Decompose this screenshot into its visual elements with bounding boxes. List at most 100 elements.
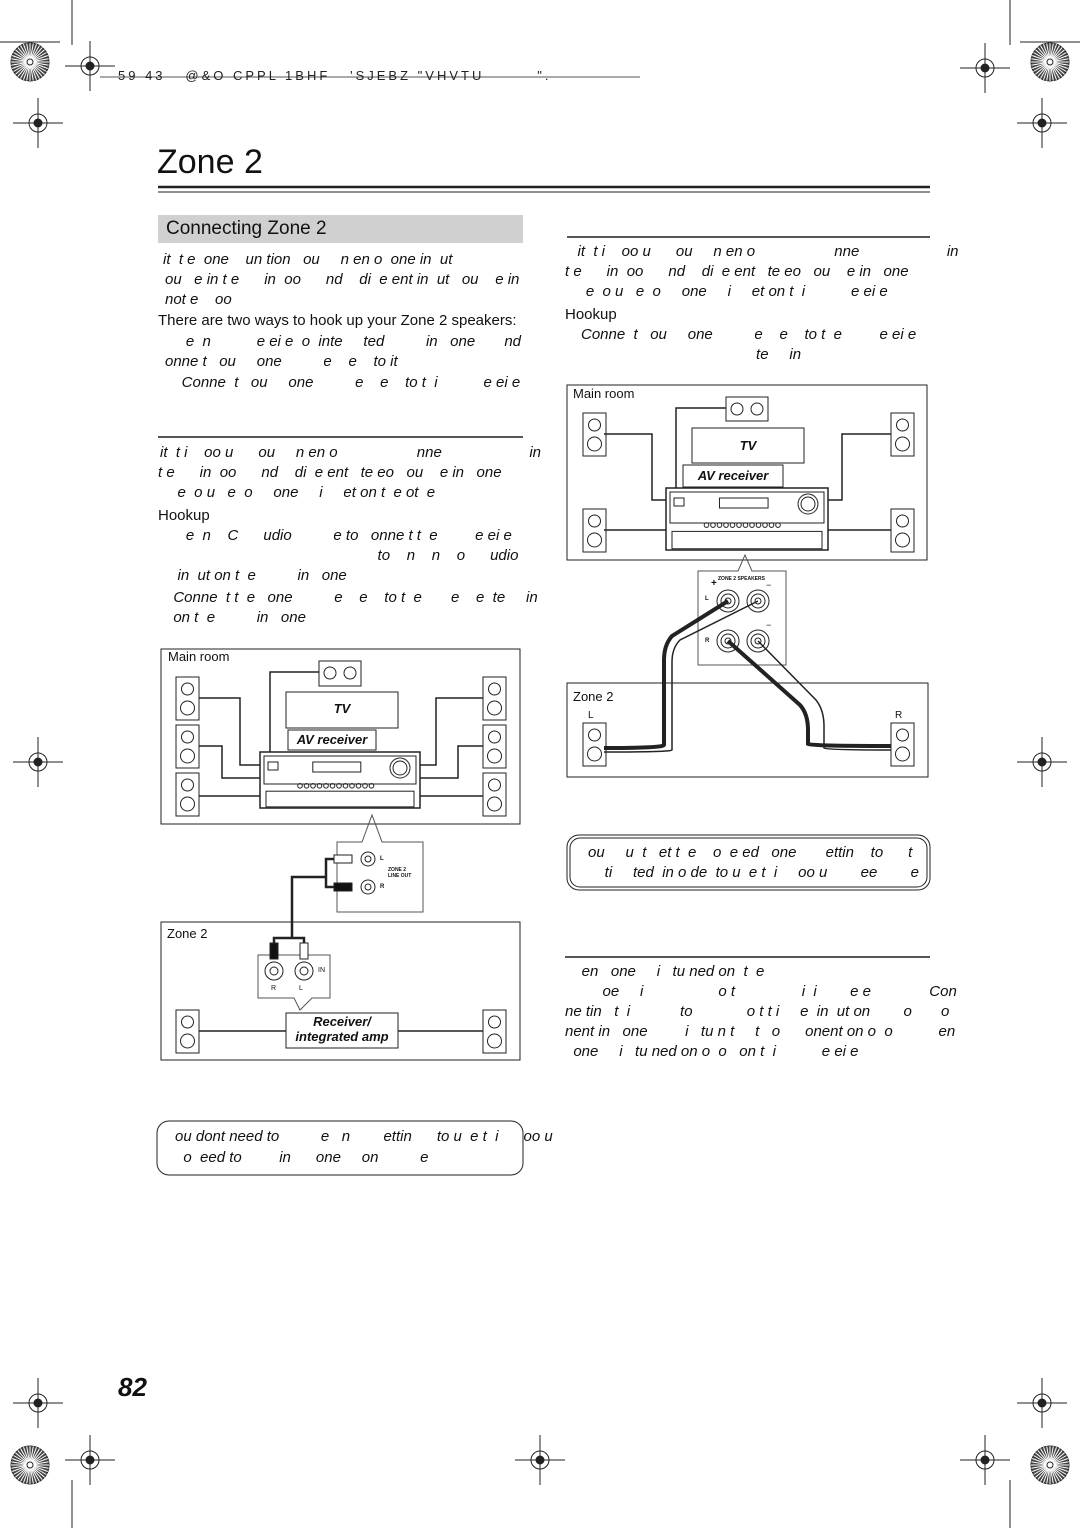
speaker-driver [180, 796, 195, 812]
receiver-amp-label: Receiver/integrated amp [286, 1014, 398, 1044]
receiver-base [265, 790, 415, 808]
speaker-driver [181, 1015, 194, 1029]
tv-label: TV [739, 438, 757, 453]
text-line: on t e in one [165, 609, 306, 626]
receiver-body [665, 487, 829, 551]
av-receiver-label: AV receiver [697, 468, 769, 483]
receiver-display [718, 497, 769, 509]
jack-l-label: L [299, 985, 303, 992]
speaker-driver [488, 1015, 501, 1029]
zone2-speakers-label: ZONE 2 SPEAKERS [718, 576, 765, 582]
speaker-r-label: R [895, 710, 903, 721]
zone2-label: Zone 2 [167, 926, 208, 941]
speaker-wire [420, 697, 483, 766]
rca-jack-core [269, 966, 279, 976]
registration-dot [1037, 118, 1047, 128]
speaker-driver [587, 532, 602, 548]
main-room-label: Main room [168, 649, 230, 664]
speaker-driver [895, 436, 910, 452]
speaker-driver [750, 402, 764, 416]
audio-cable [290, 857, 334, 935]
text-line: nent in one i tu n t t o onent on o o en [565, 1023, 956, 1040]
speaker-driver [487, 748, 502, 764]
rca-jack-l [360, 851, 376, 867]
registration-dot [980, 63, 990, 73]
speaker-driver [896, 418, 909, 432]
text-line: it t e one un tion ou n en o one in ut [163, 251, 453, 268]
speaker-driver [180, 700, 195, 716]
speaker-wire [420, 745, 483, 779]
text-line: e n C udio e to onne t t e e ei e [165, 527, 512, 544]
speaker-driver [487, 700, 502, 716]
power-button [267, 761, 279, 771]
rca-plug-black [333, 882, 353, 892]
jack-l-label: L [705, 596, 709, 602]
text-line: t e in oo nd di e ent te eo ou e in one [565, 263, 909, 280]
plus-label: + [711, 578, 717, 589]
receiver-label: Receiver/ [313, 1014, 371, 1029]
sunburst-center [26, 58, 34, 66]
jack-r-label: R [380, 884, 385, 890]
rca-plug-white [299, 942, 309, 960]
speaker-driver [487, 796, 502, 812]
rca-plug-black [269, 942, 279, 960]
speaker-driver [587, 746, 602, 762]
integrated-amp-label: integrated amp [295, 1029, 389, 1044]
speaker-driver [588, 514, 601, 528]
text-line: ou e in t e in oo nd di e ent in ut ou e… [165, 271, 520, 288]
callout-line: ou u t et t e o e ed one ettin to t [588, 844, 913, 861]
jack-l-label: L [380, 856, 384, 862]
zone2-box [566, 682, 929, 778]
speaker-driver [488, 682, 501, 696]
rca-jack-r [360, 879, 376, 895]
speaker-driver [896, 514, 909, 528]
text-line: Conne t ou one e e to t i e ei e [165, 374, 521, 391]
text-line: e o u e o one i et on t i e ei e [565, 283, 888, 300]
text-line: en one i tu ned on t e [565, 963, 765, 980]
text-line: to n n o udio [165, 547, 519, 564]
speaker-driver [588, 418, 601, 432]
speaker-driver [343, 666, 357, 680]
speaker-driver [730, 402, 744, 416]
main-room-label: Main room [573, 386, 635, 401]
text-line: it t i oo u ou n en o nne in [565, 243, 959, 260]
registration-dot [85, 1455, 95, 1465]
speaker-driver [323, 666, 337, 680]
speaker-wire [199, 745, 260, 779]
speaker-driver [588, 728, 601, 742]
registration-dot [980, 1455, 990, 1465]
speaker-driver [181, 682, 194, 696]
speaker-wire [828, 433, 891, 501]
av-receiver-label: AV receiver [296, 732, 368, 747]
minus-label: − [766, 580, 772, 590]
page-number: 82 [118, 1372, 147, 1402]
speaker-wire [604, 433, 666, 501]
minus-label: − [766, 620, 772, 630]
text-line: onne t ou one e e to it [165, 353, 398, 370]
text-line: not e oo [165, 291, 232, 308]
rca-jack-core [299, 966, 309, 976]
receiver-display [312, 761, 362, 773]
rca-jack-core [364, 855, 372, 863]
receiver-body [259, 751, 421, 809]
text-line: it t i oo u ou n en o nne in [160, 444, 541, 461]
registration-dot [33, 757, 43, 767]
jack-in-label: IN [318, 967, 325, 974]
rca-jack-r [264, 961, 284, 981]
section-title: Connecting Zone 2 [166, 218, 327, 239]
rca-jack-l [294, 961, 314, 981]
text-line: in ut on t e in one [165, 567, 347, 584]
text-line: one i tu ned on o o on t i e ei e [565, 1043, 859, 1060]
jack-r-label: R [705, 638, 710, 644]
registration-dot [1037, 757, 1047, 767]
speaker-driver [487, 1033, 502, 1049]
speaker-wire [199, 697, 260, 766]
line-out-text: LINE OUT [388, 873, 412, 879]
speaker-driver [180, 748, 195, 764]
text-line: ne tin t i to o t t i e in ut on o o [565, 1003, 950, 1020]
speaker-driver [181, 778, 194, 792]
sunburst-center [1046, 58, 1054, 66]
note-line: ou dont need to e n ettin to u e t i oo … [175, 1128, 553, 1145]
jack-r-label: R [271, 985, 277, 992]
speaker-driver [895, 532, 910, 548]
